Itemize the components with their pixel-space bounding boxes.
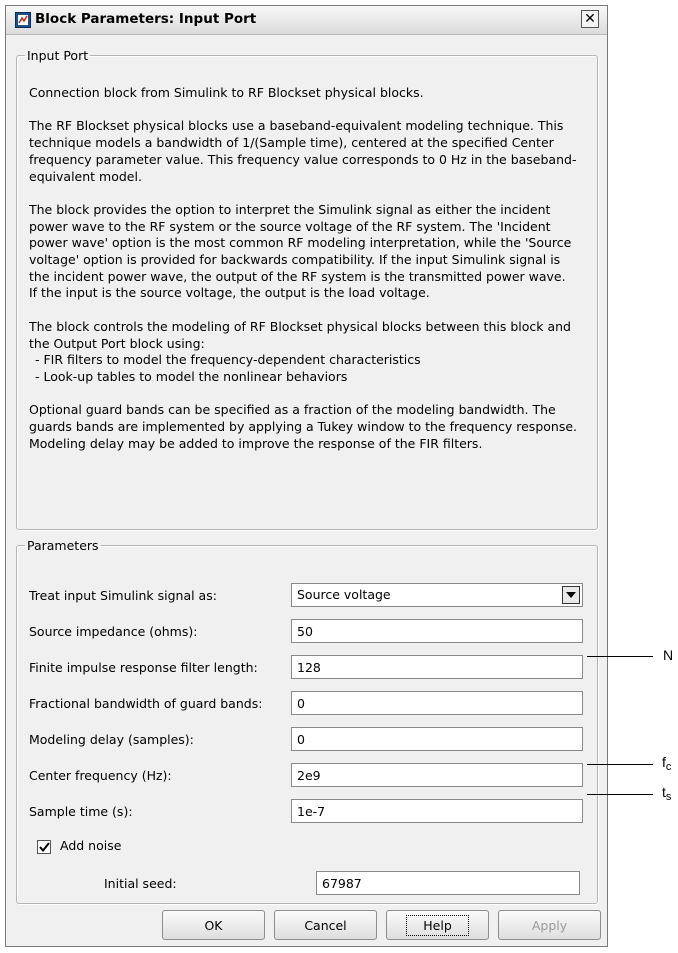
guard-bandwidth-label: Fractional bandwidth of guard bands: — [29, 696, 263, 711]
parameters-legend: Parameters — [27, 538, 99, 553]
ok-button-label: OK — [204, 917, 223, 933]
modeling-delay-label: Modeling delay (samples): — [29, 732, 194, 747]
apply-button-label: Apply — [531, 917, 568, 933]
treat-input-value: Source voltage — [297, 587, 391, 602]
fir-length-callout: N — [663, 647, 674, 663]
input-port-group: Input Port Connection block from Simulin… — [16, 48, 598, 530]
description-paragraph: The block controls the modeling of RF Bl… — [29, 318, 571, 351]
block-parameters-dialog: Block Parameters: Input Port ✕ Input Por… — [5, 5, 608, 947]
initial-seed-label: Initial seed: — [104, 876, 177, 891]
add-noise-checkbox[interactable] — [37, 840, 51, 854]
checkmark-icon — [38, 842, 50, 852]
bullet-item: - Look-up tables to model the nonlinear … — [35, 368, 348, 384]
fir-length-callout-line — [587, 656, 653, 657]
help-button[interactable]: Help — [386, 910, 489, 940]
center-frequency-callout-line — [587, 764, 653, 765]
cancel-button[interactable]: Cancel — [274, 910, 377, 940]
help-button-label: Help — [406, 914, 469, 936]
description-paragraph-with-bullets: The block controls the modeling of RF Bl… — [29, 319, 577, 386]
apply-button[interactable]: Apply — [498, 910, 601, 940]
center-frequency-label: Center frequency (Hz): — [29, 768, 172, 783]
simulink-block-icon — [15, 12, 31, 28]
parameters-group: Parameters Treat input Simulink signal a… — [16, 538, 598, 904]
sample-time-callout-line — [587, 794, 653, 795]
title-bar[interactable]: Block Parameters: Input Port ✕ — [6, 6, 607, 35]
add-noise-label: Add noise — [60, 838, 122, 853]
center-frequency-callout: fc — [662, 754, 671, 773]
description-paragraph: The block provides the option to interpr… — [29, 201, 572, 301]
source-impedance-label: Source impedance (ohms): — [29, 624, 198, 639]
sample-time-callout-sub: s — [665, 791, 672, 803]
treat-input-dropdown[interactable]: Source voltage — [291, 583, 583, 607]
fir-length-input[interactable] — [291, 655, 583, 679]
sample-time-callout: ts — [662, 784, 671, 803]
modeling-delay-input[interactable] — [291, 727, 583, 751]
window-title: Block Parameters: Input Port — [35, 11, 257, 27]
guard-bandwidth-input[interactable] — [291, 691, 583, 715]
sample-time-input[interactable] — [291, 799, 583, 823]
chevron-down-icon[interactable] — [562, 586, 580, 604]
block-description: Connection block from Simulink to RF Blo… — [29, 85, 577, 452]
initial-seed-input[interactable] — [316, 871, 580, 895]
bullet-item: - FIR filters to model the frequency-dep… — [35, 352, 421, 368]
treat-input-label: Treat input Simulink signal as: — [29, 588, 217, 603]
source-impedance-input[interactable] — [291, 619, 583, 643]
close-icon: ✕ — [584, 11, 596, 27]
ok-button[interactable]: OK — [162, 910, 265, 940]
center-frequency-callout-sub: c — [665, 761, 672, 773]
fir-length-label: Finite impulse response filter length: — [29, 660, 258, 675]
center-frequency-input[interactable] — [291, 763, 583, 787]
description-paragraph: The RF Blockset physical blocks use a ba… — [29, 118, 577, 184]
sample-time-label: Sample time (s): — [29, 804, 133, 819]
description-paragraph: Connection block from Simulink to RF Blo… — [29, 85, 424, 100]
input-port-legend: Input Port — [27, 48, 89, 63]
cancel-button-label: Cancel — [304, 917, 347, 933]
close-button[interactable]: ✕ — [581, 10, 599, 28]
description-paragraph: Optional guard bands can be specified as… — [29, 402, 577, 451]
